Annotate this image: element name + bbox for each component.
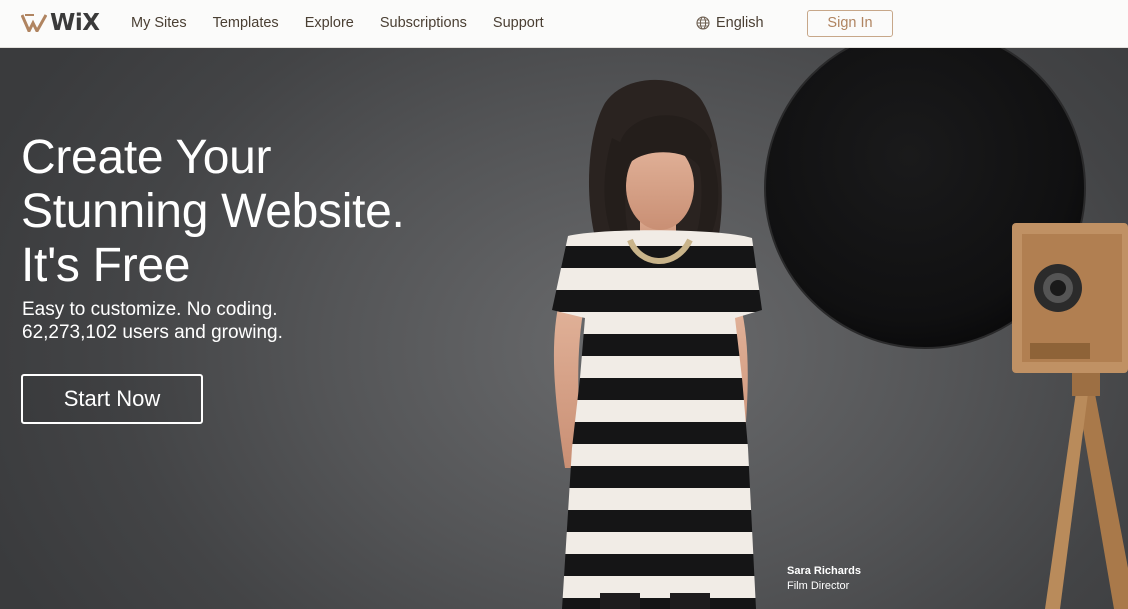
vintage-camera	[1012, 223, 1128, 609]
headline-line-3: It's Free	[21, 239, 191, 292]
headline-line-2: Stunning Website.	[21, 185, 405, 238]
woman-figure	[552, 79, 762, 609]
nav-subscriptions[interactable]: Subscriptions	[380, 14, 467, 32]
wix-logo-text: WiX	[50, 10, 100, 36]
nav-templates[interactable]: Templates	[213, 14, 279, 32]
top-navigation-bar: WiX My Sites Templates Explore Subscript…	[0, 0, 1128, 48]
main-navigation: My Sites Templates Explore Subscriptions…	[131, 14, 570, 32]
hero-banner: Create Your Stunning Website. It's Free …	[0, 48, 1128, 609]
headline-line-1: Create Your	[21, 131, 272, 184]
hero-headline: Create Your Stunning Website. It's Free	[21, 131, 501, 293]
caption-role: Film Director	[787, 580, 850, 592]
hero-subline: Easy to customize. No coding. 62,273,102…	[22, 298, 283, 344]
language-selector[interactable]: English	[696, 14, 764, 32]
subline-line-1: Easy to customize. No coding.	[22, 299, 278, 320]
start-now-button[interactable]: Start Now	[21, 374, 203, 424]
globe-icon	[696, 16, 710, 30]
subline-line-2: 62,273,102 users and growing.	[22, 322, 283, 343]
nav-explore[interactable]: Explore	[305, 14, 354, 32]
wix-logo[interactable]: WiX	[21, 9, 100, 37]
photo-caption: Sara Richards Film Director	[787, 564, 861, 594]
sign-in-button[interactable]: Sign In	[807, 10, 893, 37]
language-label: English	[716, 15, 764, 31]
caption-name: Sara Richards	[787, 565, 861, 577]
nav-my-sites[interactable]: My Sites	[131, 14, 187, 32]
wix-logo-mark-icon	[21, 14, 47, 32]
nav-support[interactable]: Support	[493, 14, 544, 32]
